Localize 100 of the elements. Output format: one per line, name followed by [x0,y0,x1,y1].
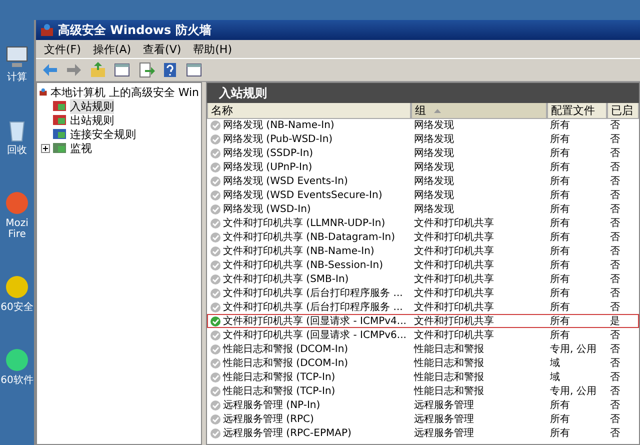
table-cell: 网络发现 (WSD Events-In) [207,174,411,188]
table-cell-text: 否 [609,399,621,412]
expand-icon[interactable] [41,144,50,152]
table-row[interactable]: 性能日志和警报 (DCOM-In) 性能日志和警报 专用, 公用 否 [207,342,639,356]
tree-item[interactable]: 监视 [70,140,92,156]
table-cell: 文件和打印机共享 (NB-Name-In) [207,244,411,258]
table-cell: 文件和打印机共享 (回显请求 - ICMPv4... [207,314,411,328]
table-cell-text: 否 [609,273,621,286]
table-row[interactable]: 文件和打印机共享 (NB-Session-In) 文件和打印机共享 所有 否 [207,258,639,272]
table-cell: 性能日志和警报 (TCP-In) [207,370,411,384]
table-cell: 文件和打印机共享 (SMB-In) [207,272,411,286]
help-icon [161,61,179,79]
table-row[interactable]: 远程服务管理 (RPC-EPMAP) 远程服务管理 所有 否 [207,426,639,440]
table-cell-text: 所有 [549,230,571,244]
table-cell-text: 否 [609,133,621,146]
table-cell-text: 否 [609,231,621,244]
table-cell-text: 否 [609,427,621,440]
tree-item[interactable]: 本地计算机 上的高级安全 Win [50,84,199,100]
sort-arrow-icon [434,108,441,112]
table-row[interactable]: 文件和打印机共享 (SMB-In) 文件和打印机共享 所有 否 [207,272,639,286]
table-row[interactable]: 文件和打印机共享 (后台打印程序服务 ... 文件和打印机共享 所有 否 [207,286,639,300]
table-cell-text: 网络发现 [413,133,455,146]
folder-up-icon [89,61,107,79]
table-row[interactable]: 性能日志和警报 (TCP-In) 性能日志和警报 专用, 公用 否 [207,384,639,398]
table-cell: 文件和打印机共享 (后台打印程序服务 ... [207,286,411,300]
table-cell: 网络发现 (WSD-In) [207,202,411,216]
column-header[interactable]: 组 [411,103,547,119]
table-cell-text: 是 [609,315,621,328]
table-cell-text: 所有 [549,398,571,412]
table-cell-text: 否 [609,119,621,132]
table-cell-text: 所有 [549,146,571,160]
table-row[interactable]: 网络发现 (WSD EventsSecure-In) 网络发现 所有 否 [207,188,639,202]
menu-item[interactable]: 操作(A) [88,42,136,56]
pane-title: 入站规则 [219,84,267,102]
table-cell-text: 否 [609,259,621,272]
app-icon [4,347,30,373]
table-cell-text: 网络发现 [413,147,455,160]
table-row[interactable]: 远程服务管理 (NP-In) 远程服务管理 所有 否 [207,398,639,412]
table-cell-text: 性能日志和警报 [412,384,485,398]
menu-item[interactable]: 帮助(H) [189,42,236,56]
table-cell-text: 文件和打印机共享 [413,314,495,328]
app-icon [4,274,30,300]
table-cell-text: 文件和打印机共享 [413,328,495,342]
table-row[interactable]: 文件和打印机共享 (后台打印程序服务 ... 文件和打印机共享 所有 否 [207,300,639,314]
table-cell-text: 所有 [549,328,571,342]
table-cell-text: 所有 [549,426,571,440]
menu-item[interactable]: 文件(F) [40,42,85,56]
desktop-icon-label: Mozi Fire [6,218,28,240]
table-cell-text: 远程服务管理 [413,399,475,412]
table-cell-text: 所有 [549,314,571,328]
table-cell: 文件和打印机共享 (NB-Datagram-In) [207,230,411,244]
table-cell-text: 网络发现 [413,189,455,202]
table-cell-text: 所有 [549,286,571,300]
table-cell-text: 否 [609,203,621,216]
table-cell: 远程服务管理 (RPC) [207,412,411,426]
table-cell: 文件和打印机共享 (NB-Session-In) [207,258,411,272]
table-cell-text: 域 [549,356,561,370]
table-row[interactable]: 文件和打印机共享 (回显请求 - ICMPv6... 文件和打印机共享 所有 否 [207,328,639,342]
highlighted-row[interactable]: 文件和打印机共享 (回显请求 - ICMPv4... 文件和打印机共享 所有 是 [207,314,639,328]
table-cell-text: 所有 [549,412,571,426]
table-cell-text: 否 [609,343,621,356]
menu-item[interactable]: 查看(V) [139,42,186,56]
table-row[interactable]: 网络发现 (UPnP-In) 网络发现 所有 否 [207,160,639,174]
table-row[interactable]: 性能日志和警报 (DCOM-In) 性能日志和警报 域 否 [207,356,639,370]
table-cell-text: 文件和打印机共享 [413,230,495,244]
table-row[interactable]: 网络发现 (Pub-WSD-In) 网络发现 所有 否 [207,132,639,146]
table-cell-text: 文件和打印机共享 [413,244,495,258]
table-row[interactable]: 文件和打印机共享 (LLMNR-UDP-In) 文件和打印机共享 所有 否 [207,216,639,230]
table-cell-text: 网络发现 [413,161,455,174]
table-row[interactable]: 网络发现 (WSD-In) 网络发现 所有 否 [207,202,639,216]
app-icon [4,190,30,216]
table-cell: 远程服务管理 (RPC-EPMAP) [207,426,411,440]
tree-item[interactable]: 入站规则 [70,98,114,114]
table-cell: 网络发现 (SSDP-In) [207,146,411,160]
table-row[interactable]: 远程服务管理 (RPC) 远程服务管理 所有 否 [207,412,639,426]
table-cell-text: 文件和打印机共享 [413,272,495,286]
column-header[interactable]: 配置文件 [547,103,607,119]
column-header[interactable]: 名称 [207,103,411,119]
table-cell-text: 否 [609,161,621,174]
panel-icon [113,61,131,79]
table-cell-text: 性能日志和警报 [412,356,485,370]
table-cell-text: 文件和打印机共享 [413,300,495,314]
table-cell-text: 所有 [549,202,571,216]
table-cell: 网络发现 (WSD EventsSecure-In) [207,188,411,202]
table-cell: 网络发现 (NB-Name-In) [207,118,411,132]
table-row[interactable]: 性能日志和警报 (TCP-In) 性能日志和警报 域 否 [207,370,639,384]
table-cell: 文件和打印机共享 (LLMNR-UDP-In) [207,216,411,230]
table-row[interactable]: 网络发现 (SSDP-In) 网络发现 所有 否 [207,146,639,160]
forward-arrow-icon [65,61,83,79]
tree-item[interactable]: 连接安全规则 [70,126,136,142]
tree-item[interactable]: 出站规则 [70,112,114,128]
table-row[interactable]: 网络发现 (NB-Name-In) 网络发现 所有 否 [207,118,639,132]
table-cell-text: 否 [609,357,621,370]
table-row[interactable]: 网络发现 (WSD Events-In) 网络发现 所有 否 [207,174,639,188]
table-row[interactable]: 文件和打印机共享 (NB-Name-In) 文件和打印机共享 所有 否 [207,244,639,258]
table-cell-text: 否 [609,147,621,160]
table-cell-text: 所有 [549,258,571,272]
desktop-icon-label: 60安全 [0,302,34,313]
column-header[interactable]: 已启 [607,103,639,119]
table-row[interactable]: 文件和打印机共享 (NB-Datagram-In) 文件和打印机共享 所有 否 [207,230,639,244]
